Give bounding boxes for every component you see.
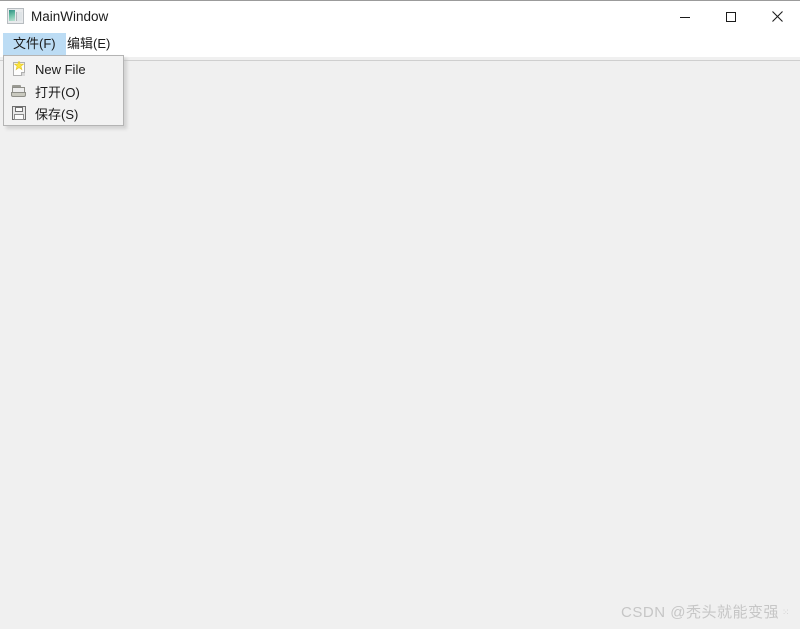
watermark-trailing: ⁙ [781,607,790,617]
menu-item-label: New File [35,61,86,77]
close-icon [771,10,784,23]
window-controls [662,1,800,32]
maximize-icon [725,11,737,23]
new-file-star [14,61,24,71]
save-floppy-icon [11,105,27,121]
menu-edit[interactable]: 编辑(E) [57,33,120,55]
floppy-label [14,114,24,120]
folder-lip [11,92,26,97]
menu-bar: 文件(F) 编辑(E) [0,32,800,56]
open-folder-icon [11,83,27,99]
menu-item-new-file[interactable]: New File [4,58,123,80]
minimize-button[interactable] [662,1,708,32]
main-window: MainWindow 文件(F) 编辑(E) New File 打开(O) 保存… [0,0,800,630]
app-icon-swatch-right [16,12,22,21]
menu-item-open[interactable]: 打开(O) [4,80,123,102]
app-icon-swatch-left [9,10,15,21]
page-background [0,629,800,640]
watermark: CSDN @秃头就能变强 ⁙ [621,601,790,622]
watermark-text: CSDN @秃头就能变强 [621,604,779,621]
maximize-button[interactable] [708,1,754,32]
central-widget [0,56,800,630]
floppy-shutter [15,107,23,112]
new-file-icon [11,61,27,77]
window-title: MainWindow [31,9,109,24]
close-button[interactable] [754,1,800,32]
minimize-icon [679,11,691,23]
menu-item-save[interactable]: 保存(S) [4,102,123,124]
title-bar[interactable]: MainWindow [0,1,800,32]
file-menu-popup[interactable]: New File 打开(O) 保存(S) [3,55,124,126]
menu-item-label: 保存(S) [35,106,79,122]
picture-icon [7,8,24,24]
menu-item-label: 打开(O) [35,84,80,100]
